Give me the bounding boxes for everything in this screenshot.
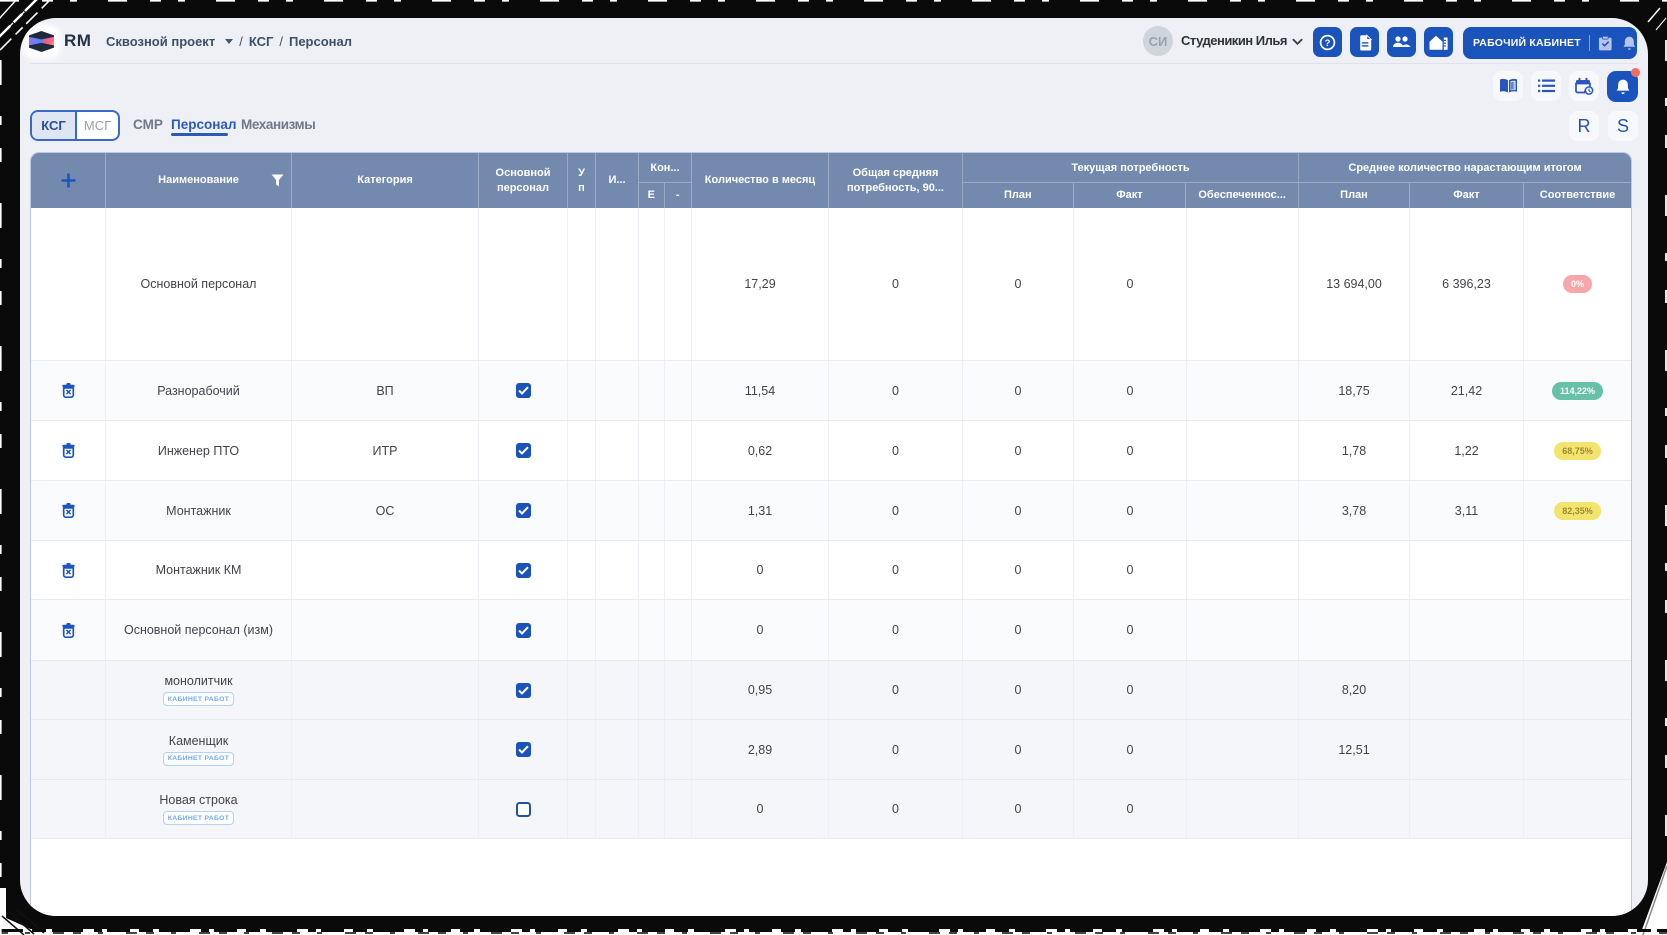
svg-text:?: ? xyxy=(1325,37,1331,48)
